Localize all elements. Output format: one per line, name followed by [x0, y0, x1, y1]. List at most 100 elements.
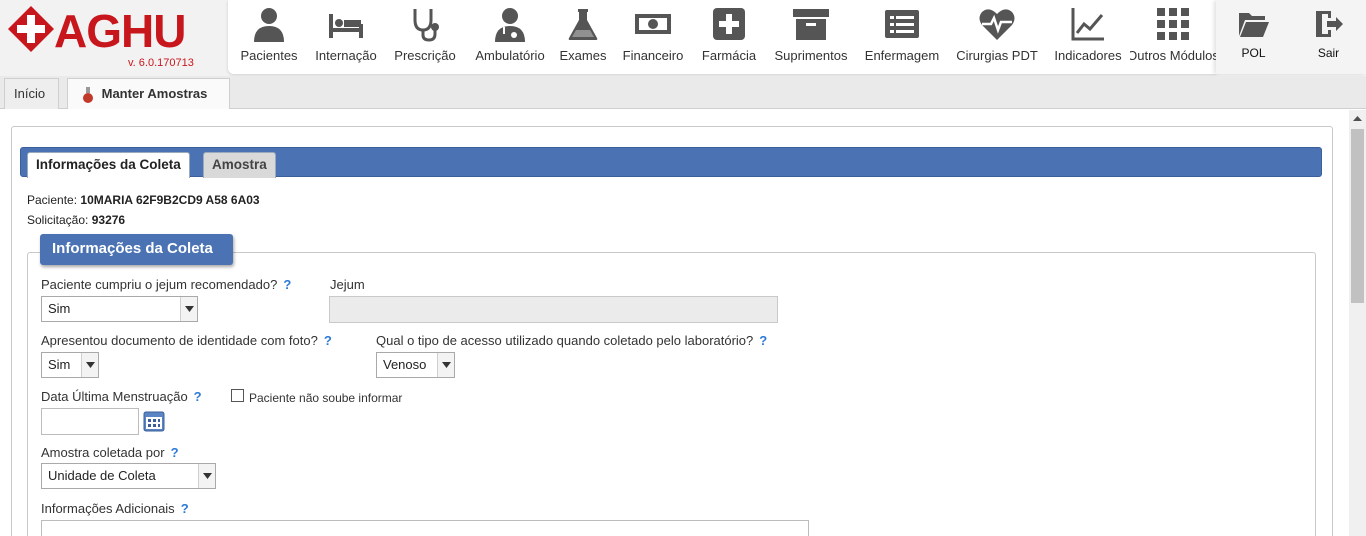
module-cirurgias-pdt[interactable]: Cirurgias PDT	[948, 0, 1046, 74]
module-label: Prescrição	[394, 48, 456, 63]
select-value: Sim	[48, 301, 71, 316]
help-icon[interactable]: ?	[759, 333, 767, 348]
module-label: Enfermagem	[864, 48, 940, 63]
tab-informacoes-coleta[interactable]: Informações da Coleta	[27, 152, 190, 178]
dum-date-input[interactable]	[41, 408, 139, 435]
folder-open-icon	[1238, 13, 1269, 37]
module-pacientes[interactable]: Pacientes	[228, 0, 310, 74]
coletada-por-select[interactable]: Unidade de Coleta	[41, 463, 216, 489]
grid-icon	[1157, 8, 1189, 40]
page-tabs-bar: Início Manter Amostras ×	[0, 76, 1366, 131]
sair-label: Sair	[1317, 46, 1340, 60]
help-icon[interactable]: ?	[324, 333, 332, 348]
jejum-select[interactable]: Sim	[41, 296, 198, 322]
list-document-icon	[885, 10, 919, 38]
heartbeat-icon	[979, 9, 1015, 40]
module-indicadores[interactable]: Indicadores	[1046, 0, 1130, 74]
form-panel: Informações da Coleta Amostra Paciente: …	[11, 126, 1333, 536]
vertical-scrollbar[interactable]	[1349, 110, 1366, 536]
select-value: Unidade de Coleta	[48, 468, 156, 483]
module-financeiro[interactable]: Financeiro	[614, 0, 692, 74]
module-label: Internação	[315, 48, 377, 63]
sair-button[interactable]: Sair	[1291, 0, 1366, 74]
medical-cross-icon	[713, 8, 745, 40]
label-text: Qual o tipo de acesso utilizado quando c…	[376, 333, 754, 348]
module-label: Exames	[559, 48, 607, 63]
pol-label: POL	[1241, 46, 1266, 60]
scroll-up-arrow-icon[interactable]	[1349, 110, 1366, 127]
module-farmacia[interactable]: Farmácia	[692, 0, 766, 74]
help-icon[interactable]: ?	[194, 389, 202, 404]
module-outros-modulos[interactable]: Outros Módulos	[1130, 0, 1216, 74]
doctor-icon	[495, 8, 525, 42]
help-icon[interactable]: ?	[171, 445, 179, 460]
scroll-thumb[interactable]	[1351, 129, 1364, 303]
tab-amostra[interactable]: Amostra	[203, 152, 276, 178]
chevron-down-icon	[198, 464, 215, 488]
solicitacao-label: Solicitação:	[27, 213, 89, 227]
acesso-select[interactable]: Venoso	[376, 352, 455, 378]
module-prescricao[interactable]: Prescrição	[382, 0, 468, 74]
module-exames[interactable]: Exames	[552, 0, 614, 74]
exit-door-icon	[1315, 11, 1343, 37]
nao-soube-label: Paciente não soube informar	[249, 391, 403, 405]
documento-select[interactable]: Sim	[41, 352, 99, 378]
dum-label: Data Última Menstruação?	[41, 389, 202, 404]
label-text: Data Última Menstruação	[41, 389, 188, 404]
archive-box-icon	[793, 9, 829, 40]
module-label: Pacientes	[240, 48, 298, 63]
module-ambulatorio[interactable]: Ambulatório	[468, 0, 552, 74]
module-suprimentos[interactable]: Suprimentos	[766, 0, 856, 74]
person-icon	[254, 8, 284, 42]
help-icon[interactable]: ?	[181, 501, 189, 516]
jejum-question-label: Paciente cumpriu o jejum recomendado??	[41, 277, 291, 292]
module-enfermagem[interactable]: Enfermagem	[856, 0, 948, 74]
documento-question-label: Apresentou documento de identidade com f…	[41, 333, 332, 348]
section-legend: Informações da Coleta	[40, 234, 233, 265]
pol-button[interactable]: POL	[1216, 0, 1291, 74]
tab-inicio[interactable]: Início	[4, 78, 59, 109]
chevron-down-icon	[437, 353, 454, 377]
label-text: Amostra coletada por	[41, 445, 165, 460]
label-text: Apresentou documento de identidade com f…	[41, 333, 318, 348]
flask-icon	[83, 86, 93, 103]
module-menu: Pacientes Internação Prescrição Ambulató…	[228, 0, 1216, 74]
module-label: Financeiro	[622, 48, 684, 63]
main-content: Informações da Coleta Amostra Paciente: …	[0, 110, 1349, 536]
chevron-down-icon	[180, 297, 197, 321]
bed-icon	[329, 14, 363, 38]
app-version: v. 6.0.170713	[128, 57, 194, 69]
help-icon[interactable]: ?	[283, 277, 291, 292]
module-label: Cirurgias PDT	[956, 48, 1038, 63]
info-adicionais-label: Informações Adicionais?	[41, 501, 189, 516]
module-label: Suprimentos	[774, 48, 848, 63]
select-value: Venoso	[383, 357, 427, 372]
user-actions: POL Sair	[1216, 0, 1366, 74]
info-adicionais-textarea[interactable]	[41, 520, 809, 536]
coleta-fieldset	[27, 252, 1316, 536]
label-text: Informações Adicionais	[41, 501, 175, 516]
module-label: Outros Módulos	[1130, 48, 1216, 63]
calendar-icon[interactable]	[143, 410, 165, 432]
medical-cross-logo-icon	[8, 6, 54, 52]
module-label: Ambulatório	[475, 48, 545, 63]
tab-label: Manter Amostras	[101, 86, 208, 101]
line-chart-icon	[1071, 8, 1104, 41]
select-value: Sim	[48, 357, 71, 372]
chevron-down-icon	[81, 353, 98, 377]
brand-name: AGHU	[54, 5, 186, 57]
jejum-label: Jejum	[330, 277, 365, 292]
money-icon	[635, 14, 671, 34]
tab-manter-amostras[interactable]: Manter Amostras ×	[67, 78, 230, 131]
solicitacao-value: 93276	[91, 213, 126, 227]
top-header: AGHU v. 6.0.170713 Pacientes Internação …	[0, 0, 1366, 76]
acesso-question-label: Qual o tipo de acesso utilizado quando c…	[376, 333, 767, 348]
patient-line: Paciente: 10MARIA 62F9B2CD9 A58 6A03	[27, 193, 260, 207]
module-internacao[interactable]: Internação	[310, 0, 382, 74]
flask-icon	[568, 9, 598, 40]
module-label: Farmácia	[701, 48, 757, 63]
paciente-label: Paciente:	[27, 193, 78, 207]
paciente-value: 10MARIA 62F9B2CD9 A58 6A03	[80, 193, 260, 207]
nao-soube-checkbox[interactable]	[231, 389, 244, 402]
aghu-logo[interactable]: AGHU v. 6.0.170713	[6, 4, 206, 70]
